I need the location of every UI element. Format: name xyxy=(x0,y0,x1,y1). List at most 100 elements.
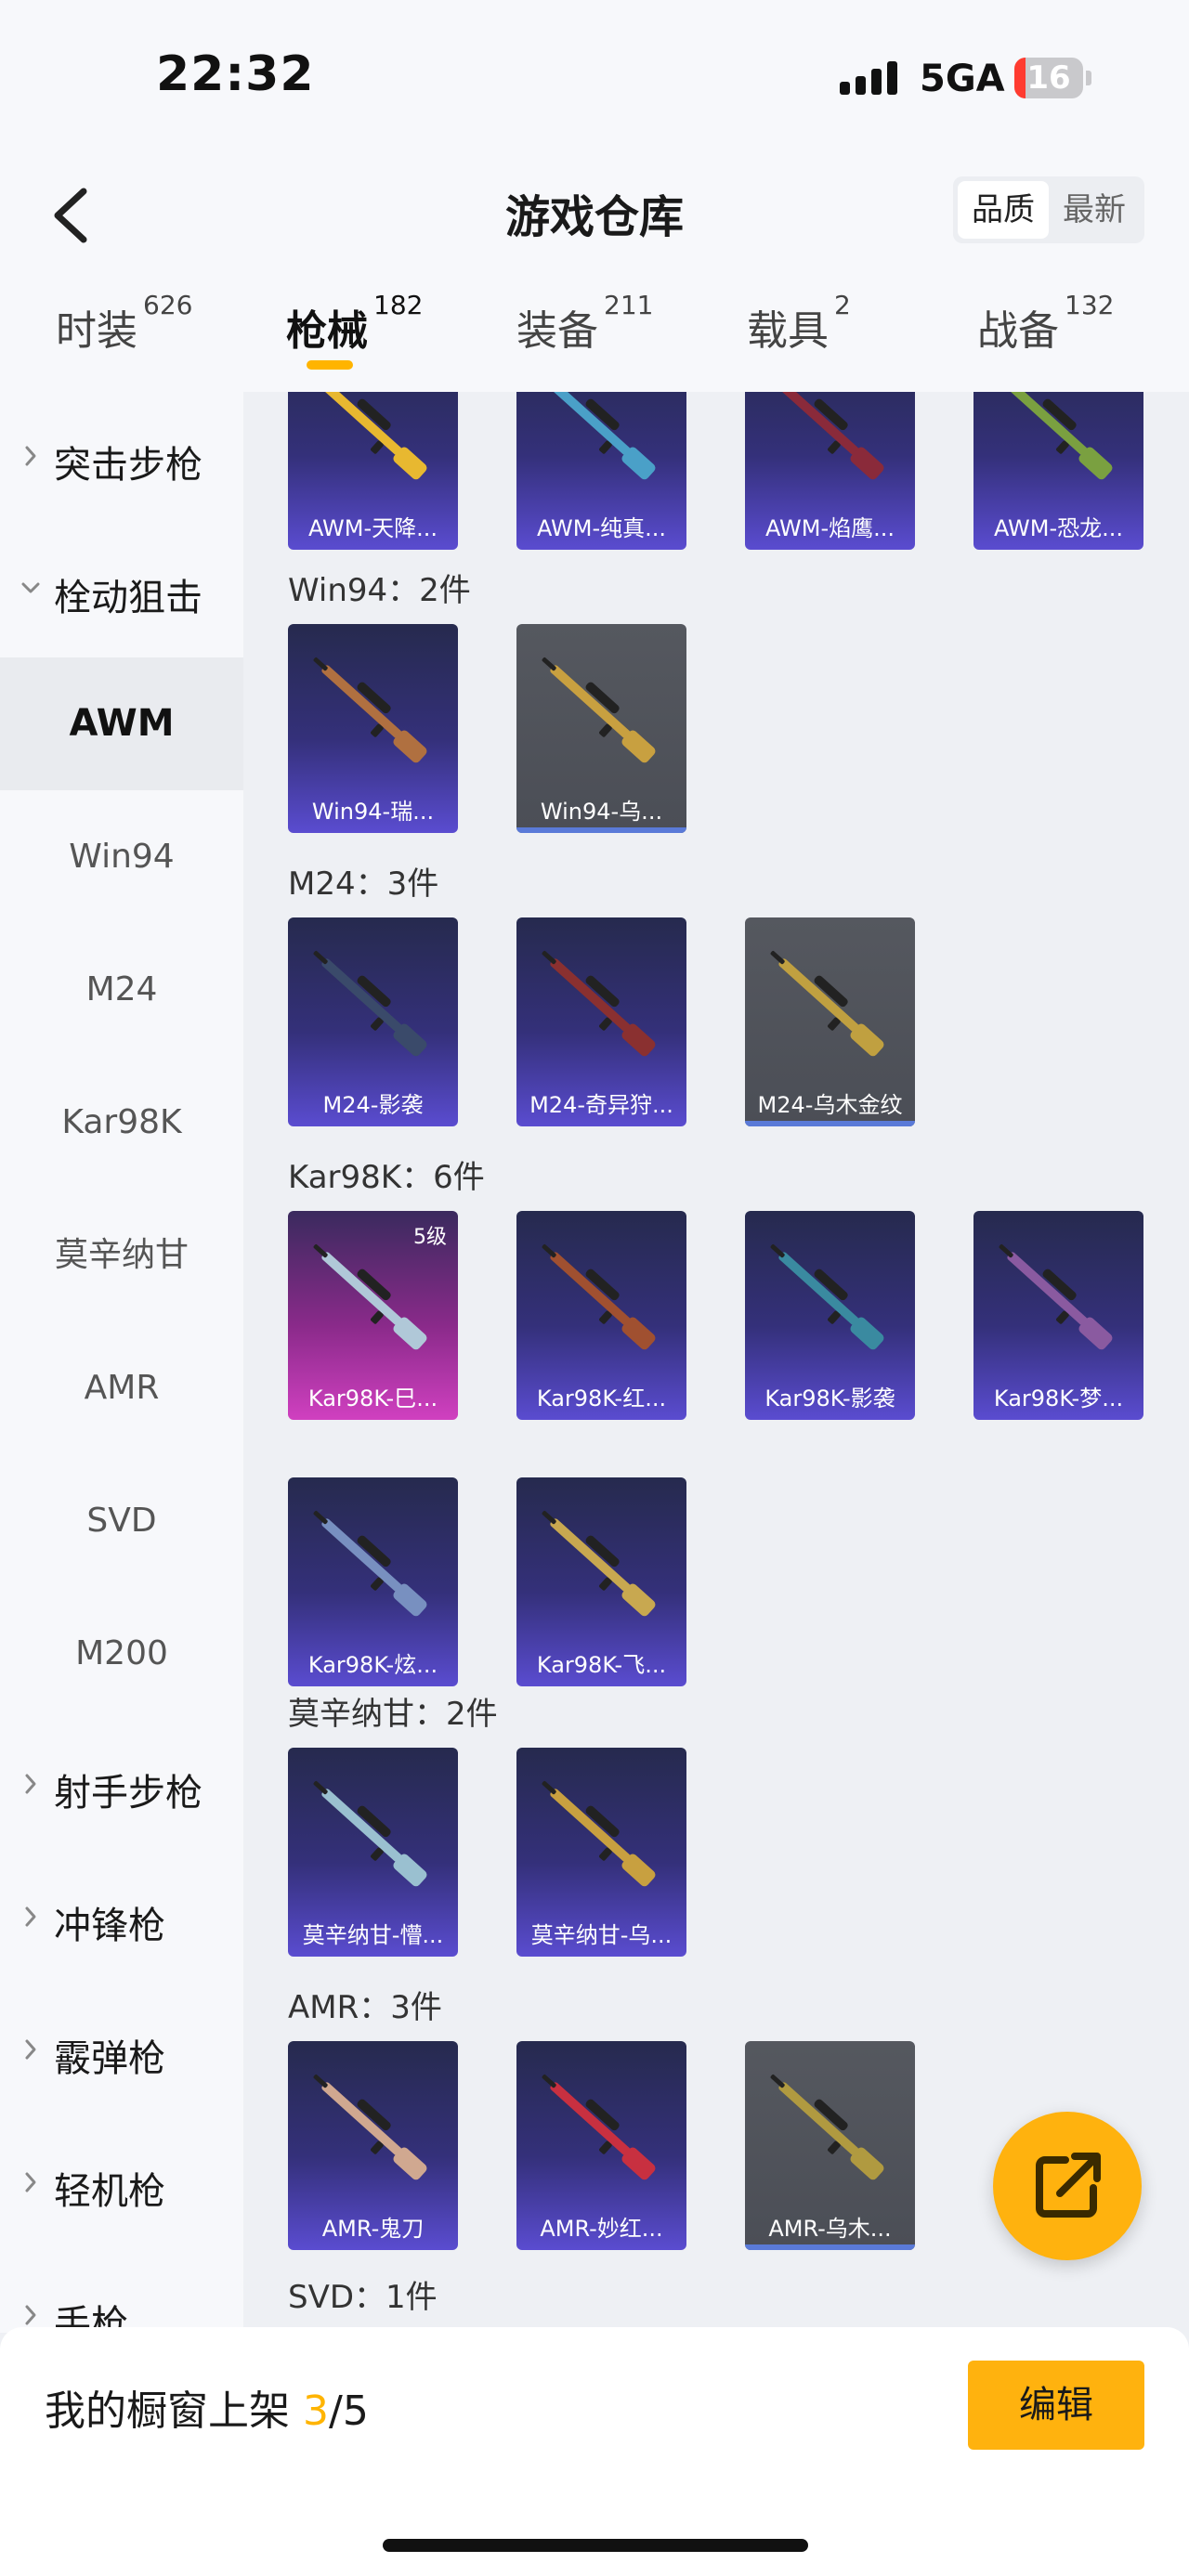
rifle-icon xyxy=(999,1244,1113,1350)
item-rarity-bar xyxy=(516,827,686,833)
sidebar-category[interactable]: 射手步枪 xyxy=(0,1720,243,1853)
sidebar-item-m200[interactable]: M200 xyxy=(0,1587,243,1720)
share-icon xyxy=(1036,2153,1101,2218)
inventory-item[interactable]: M24-乌木金纹 xyxy=(745,917,915,1126)
home-indicator xyxy=(383,2539,808,2552)
inventory-item[interactable]: 莫辛纳甘-懵... xyxy=(288,1748,458,1957)
signal-icon xyxy=(840,61,897,95)
tab-label: 枪械 xyxy=(286,307,368,355)
inventory-item[interactable]: M24-影袭 xyxy=(288,917,458,1126)
tab-1[interactable]: 枪械182 xyxy=(286,290,423,399)
inventory-item[interactable]: Kar98K-飞... xyxy=(516,1477,686,1686)
item-name: Win94-瑞... xyxy=(311,799,435,825)
chevron-down-icon xyxy=(21,582,40,593)
chevron-right-icon xyxy=(25,2039,36,2060)
sidebar-category[interactable]: 冲锋枪 xyxy=(0,1853,243,1985)
sort-quality-button[interactable]: 品质 xyxy=(958,181,1049,239)
item-name: 莫辛纳甘-懵... xyxy=(302,1922,444,1948)
inventory-item[interactable]: 5级 Kar98K-巳... xyxy=(288,1211,458,1420)
tab-label: 时装 xyxy=(56,307,137,355)
sidebar-item-svd[interactable]: SVD xyxy=(0,1454,243,1587)
tab-active-indicator xyxy=(307,360,353,370)
inventory-item[interactable]: AMR-鬼刀 xyxy=(288,2041,458,2250)
tab-count: 626 xyxy=(143,290,193,320)
item-name: Kar98K-炫... xyxy=(307,1652,438,1678)
tab-4[interactable]: 战备132 xyxy=(977,290,1114,399)
inventory-item[interactable]: Kar98K-红... xyxy=(516,1211,686,1420)
sidebar-item-amr[interactable]: AMR xyxy=(0,1321,243,1454)
sidebar: 突击步枪栓动狙击 AWM Win94 M24 Kar98K 莫辛纳甘 AMR SVD M200 射… xyxy=(0,392,243,2346)
item-name: Kar98K-红... xyxy=(536,1386,667,1412)
inventory-item[interactable]: AWM-恐龙... xyxy=(973,392,1143,550)
status-time: 22:32 xyxy=(156,46,315,102)
tab-0[interactable]: 时装626 xyxy=(56,290,192,399)
group-label: 莫辛纳甘：2件 xyxy=(288,1696,498,1733)
rifle-icon xyxy=(542,1244,656,1350)
inventory-item[interactable]: Win94-乌... xyxy=(516,624,686,833)
rifle-icon xyxy=(542,657,656,763)
inventory-item[interactable]: Win94-瑞... xyxy=(288,624,458,833)
rifle-icon xyxy=(770,2075,884,2180)
sort-toggle: 品质 最新 xyxy=(953,176,1144,243)
item-name: Win94-乌... xyxy=(540,799,663,825)
tab-2[interactable]: 装备211 xyxy=(516,290,653,399)
inventory-item[interactable]: M24-奇异狩... xyxy=(516,917,686,1126)
chevron-right-icon xyxy=(25,2305,36,2325)
inventory-item[interactable]: AMR-妙红... xyxy=(516,2041,686,2250)
sort-newest-button[interactable]: 最新 xyxy=(1049,181,1140,239)
sidebar-category-label: 冲锋枪 xyxy=(54,1905,165,1947)
inventory-item[interactable]: AWM-焰鹰... xyxy=(745,392,915,550)
showcase-status: 我的橱窗上架 3/5 xyxy=(45,2377,369,2437)
inventory-item[interactable]: AWM-天降... xyxy=(288,392,458,550)
rifle-icon xyxy=(1007,392,1113,480)
rifle-icon xyxy=(542,951,656,1057)
inventory-item[interactable]: Kar98K-影袭 xyxy=(745,1211,915,1420)
share-fab-button[interactable] xyxy=(993,2112,1142,2260)
sidebar-category-label: 栓动狙击 xyxy=(54,577,203,619)
sidebar-item-莫辛纳甘[interactable]: 莫辛纳甘 xyxy=(0,1189,243,1321)
tab-3[interactable]: 载具2 xyxy=(747,290,851,399)
network-label: 5GA xyxy=(920,58,1005,100)
sidebar-item-awm[interactable]: AWM xyxy=(0,657,243,790)
inventory-item[interactable]: Kar98K-炫... xyxy=(288,1477,458,1686)
tab-label: 战备 xyxy=(977,307,1059,355)
tab-count: 2 xyxy=(834,290,851,320)
sidebar-item-kar98k[interactable]: Kar98K xyxy=(0,1056,243,1189)
inventory-item[interactable]: Kar98K-梦... xyxy=(973,1211,1143,1420)
rifle-icon xyxy=(313,2075,427,2180)
item-rarity-bar xyxy=(745,2244,915,2250)
inventory-item[interactable]: AMR-乌木... xyxy=(745,2041,915,2250)
app-root: 22:32 5GA 16 游戏仓库 品质 最新 时装626 枪械182 装备211 载… xyxy=(0,0,1189,2576)
item-rarity-bar xyxy=(745,1121,915,1126)
item-name: M24-奇异狩... xyxy=(529,1092,673,1118)
rifle-icon xyxy=(313,657,427,763)
rifle-icon xyxy=(321,392,427,480)
chevron-right-icon xyxy=(25,1906,36,1927)
tab-label: 载具 xyxy=(747,307,829,355)
category-tabs: 时装626 枪械182 装备211 载具2 战备132 xyxy=(0,290,1189,399)
inventory-item[interactable]: AWM-纯真... xyxy=(516,392,686,550)
rifle-icon xyxy=(542,1511,656,1617)
sidebar-item-win94[interactable]: Win94 xyxy=(0,790,243,923)
rifle-icon xyxy=(542,2075,656,2180)
sidebar-category-label: 突击步枪 xyxy=(54,444,203,487)
header: 游戏仓库 品质 最新 时装626 枪械182 装备211 载具2 战备132 xyxy=(0,158,1189,418)
status-bar: 22:32 5GA 16 xyxy=(0,0,1189,158)
item-level-badge: 5级 xyxy=(413,1226,447,1249)
item-name: AMR-乌木... xyxy=(768,2216,892,2242)
sidebar-category[interactable]: 栓动狙击 xyxy=(0,525,243,657)
chevron-right-icon xyxy=(25,446,36,466)
battery-tip xyxy=(1086,71,1091,85)
item-name: AWM-焰鹰... xyxy=(764,515,895,541)
showcase-count: 3 xyxy=(303,2387,329,2435)
sidebar-category[interactable]: 霰弹枪 xyxy=(0,1985,243,2118)
sidebar-category[interactable]: 轻机枪 xyxy=(0,2118,243,2251)
sidebar-category[interactable]: 突击步枪 xyxy=(0,392,243,525)
sidebar-item-m24[interactable]: M24 xyxy=(0,923,243,1056)
sidebar-category-label: 轻机枪 xyxy=(54,2170,165,2213)
inventory-item[interactable]: 莫辛纳甘-乌... xyxy=(516,1748,686,1957)
edit-button[interactable]: 编辑 xyxy=(968,2361,1144,2450)
chevron-right-icon xyxy=(25,2172,36,2192)
tab-count: 182 xyxy=(373,290,424,320)
rifle-icon xyxy=(313,951,427,1057)
